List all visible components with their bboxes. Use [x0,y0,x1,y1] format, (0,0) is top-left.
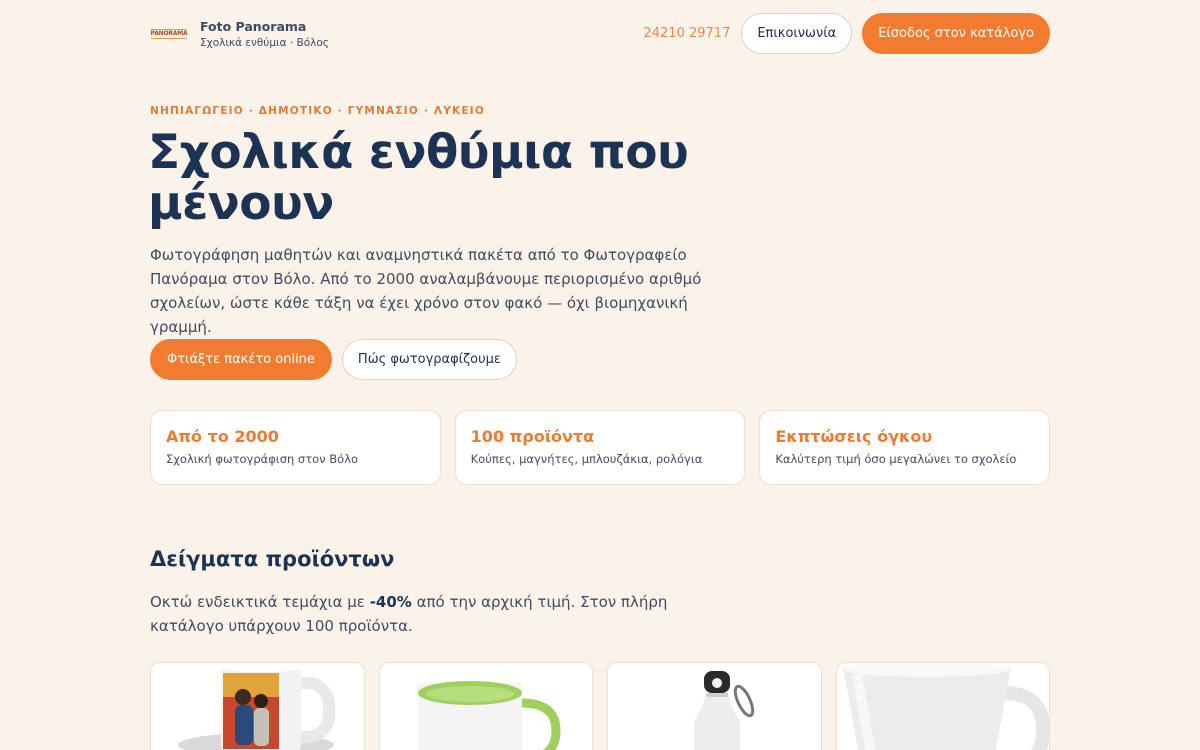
hero-description: Φωτογράφηση μαθητών και αναμνηστικά πακέ… [150,246,702,336]
build-package-button[interactable]: Φτιάξτε πακέτο online [150,339,332,380]
product-card[interactable] [150,662,365,750]
panorama-logo-icon: PANORAMA [150,28,188,39]
contact-button[interactable]: Επικοινωνία [741,13,853,54]
how-we-shoot-button[interactable]: Πώς φωτογραφίζουμε [341,339,517,380]
feature-card: Εκπτώσεις όγκου Καλύτερη τιμή όσο μεγαλώ… [759,410,1051,485]
brand-subtitle: Σχολικά ενθύμια · Βόλος [200,36,329,49]
feature-card: Από το 2000 Σχολική φωτογράφιση στον Βόλ… [150,410,441,485]
phone-link[interactable]: 24210 29717 [644,26,731,41]
site-header: PANORAMA Foto Panorama Σχολικά ενθύμια ·… [150,13,1050,54]
samples-desc-before: Οκτώ ενδεικτικά τεμάχια με [150,593,370,611]
samples-description: Οκτώ ενδεικτικά τεμάχια με -40% από την … [150,590,710,638]
feature-cards: Από το 2000 Σχολική φωτογράφιση στον Βόλ… [150,410,1051,485]
header-actions: 24210 29717 Επικοινωνία Είσοδος στον κατ… [644,13,1050,54]
feature-title: Από το 2000 [166,427,279,446]
product-card[interactable] [607,662,822,750]
feature-title: 100 προϊόντα [470,427,595,446]
catalog-login-button[interactable]: Είσοδος στον κατάλογο [862,13,1050,54]
samples-title: Δείγματα προϊόντων [150,547,395,571]
feature-subtitle: Σχολική φωτογράφιση στον Βόλο [166,452,359,466]
photo-mug-icon [178,664,335,750]
hero-actions: Φτιάξτε πακέτο online Πώς φωτογραφίζουμε [150,339,517,380]
hero-eyebrow: ΝΗΠΙΑΓΩΓΕΙΟ · ΔΗΜΟΤΙΚΟ · ΓΥΜΝΑΣΙΟ · ΛΥΚΕ… [150,105,485,117]
product-grid [150,662,1050,750]
feature-subtitle: Κούπες, μαγνήτες, μπλουζάκια, ρολόγια [470,452,703,466]
hero-title: Σχολικά ενθύμια που μένουν [148,125,689,231]
brand-name: Foto Panorama [200,18,307,34]
samples-discount: -40% [369,593,412,611]
brand-text: Foto Panorama Σχολικά ενθύμια · Βόλος [200,19,329,49]
latte-mug-icon [842,663,1050,750]
green-mug-icon [417,681,561,750]
feature-title: Εκπτώσεις όγκου [775,427,933,446]
product-card[interactable] [835,662,1050,750]
product-card[interactable] [378,662,593,750]
water-bottle-icon [694,671,755,750]
feature-subtitle: Καλύτερη τιμή όσο μεγαλώνει το σχολείο [775,452,1017,466]
feature-card: 100 προϊόντα Κούπες, μαγνήτες, μπλουζάκι… [454,410,746,485]
brand[interactable]: PANORAMA Foto Panorama Σχολικά ενθύμια ·… [150,15,329,53]
